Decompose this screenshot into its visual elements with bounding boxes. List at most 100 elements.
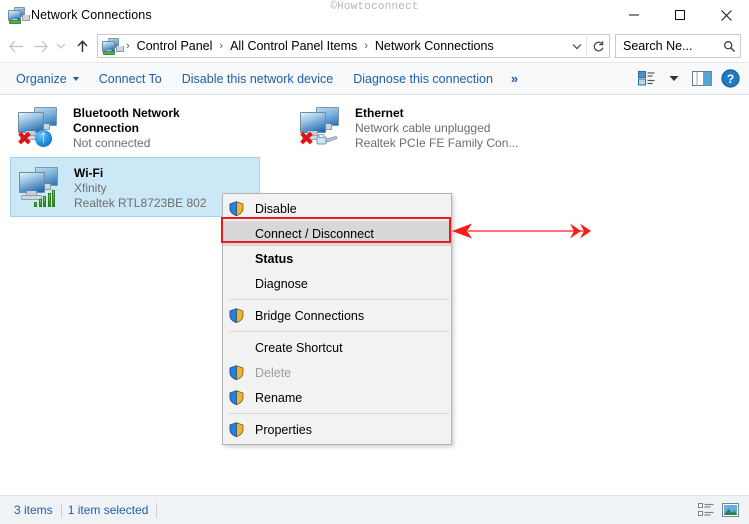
menu-item-label: Disable [255, 201, 297, 216]
menu-item-label: Diagnose [255, 276, 308, 291]
breadcrumb-separator: › [219, 39, 224, 52]
connection-device: Realtek RTL8723BE 802 [74, 196, 207, 210]
uac-shield-icon [229, 200, 245, 217]
bluetooth-badge-icon: ᛏ [35, 130, 52, 147]
uac-shield-icon [229, 307, 245, 324]
back-button[interactable] [4, 34, 28, 58]
uac-shield-icon [229, 389, 245, 406]
address-bar[interactable]: › Control Panel › All Control Panel Item… [97, 34, 610, 58]
change-view-icon[interactable] [633, 67, 659, 91]
network-adapter-icon: ✖ [298, 105, 346, 149]
chevron-down-icon[interactable] [568, 36, 586, 56]
organize-button[interactable]: Organize [6, 68, 89, 90]
connection-tile-ethernet[interactable]: ✖ Ethernet Network cable unplugged Realt… [292, 98, 532, 158]
status-divider [156, 502, 158, 518]
large-icons-view-icon[interactable] [721, 502, 739, 518]
connection-status: Network cable unplugged [355, 121, 491, 135]
context-menu[interactable]: Disable Connect / Disconnect Status Diag… [222, 193, 452, 445]
command-bar: Organize Connect To Disable this network… [0, 62, 749, 95]
recent-locations-button[interactable] [52, 34, 70, 58]
address-bar-row: › Control Panel › All Control Panel Item… [0, 30, 749, 62]
menu-item-status[interactable]: Status [223, 246, 451, 271]
breadcrumb-separator: › [364, 39, 368, 52]
chevron-down-icon [72, 76, 79, 81]
breadcrumb-item-network-connections[interactable]: Network Connections [373, 39, 496, 53]
uac-shield-icon [229, 364, 245, 381]
command-bar-right-group: ? [633, 63, 743, 94]
up-button[interactable] [70, 34, 94, 58]
menu-separator [229, 299, 449, 300]
tiles-container: ✖ ᛏ Bluetooth Network Connection Not con… [0, 95, 749, 217]
connection-name-line2: Connection [73, 121, 139, 135]
search-box[interactable]: Search Ne... [615, 34, 741, 58]
menu-item-connect-disconnect[interactable]: Connect / Disconnect [223, 221, 451, 246]
menu-item-rename[interactable]: Rename [223, 385, 451, 410]
menu-item-bridge-connections[interactable]: Bridge Connections [223, 303, 451, 328]
minimize-button[interactable] [611, 0, 657, 30]
connection-name-line1: Wi-Fi [74, 166, 104, 180]
menu-item-label: Bridge Connections [255, 308, 365, 323]
diagnose-connection-label: Diagnose this connection [353, 71, 493, 86]
connect-to-button[interactable]: Connect To [89, 68, 172, 90]
disable-network-device-button[interactable]: Disable this network device [172, 68, 343, 90]
menu-item-create-shortcut[interactable]: Create Shortcut [223, 335, 451, 360]
disconnected-x-icon: ✖ [16, 128, 33, 150]
network-adapter-icon [17, 165, 65, 209]
connection-status: Xfinity [74, 181, 107, 195]
uac-shield-icon [229, 421, 245, 438]
menu-item-diagnose[interactable]: Diagnose [223, 271, 451, 296]
forward-button[interactable] [28, 34, 52, 58]
search-input[interactable]: Search Ne... [616, 39, 718, 53]
connection-name-line1: Bluetooth Network [73, 106, 180, 120]
item-count-label: 3 items [14, 503, 53, 517]
disable-network-device-label: Disable this network device [181, 71, 334, 86]
command-overflow-button[interactable]: » [503, 67, 526, 90]
menu-separator [229, 413, 449, 414]
maximize-button[interactable] [657, 0, 703, 30]
status-bar: 3 items 1 item selected [0, 495, 749, 524]
diagnose-connection-button[interactable]: Diagnose this connection [343, 68, 503, 90]
network-connections-icon [8, 7, 30, 24]
network-adapter-icon: ✖ ᛏ [16, 105, 64, 149]
title-bar: Network Connections ©Howtoconnect [0, 0, 749, 30]
details-view-icon[interactable] [697, 502, 715, 518]
close-button[interactable] [703, 0, 749, 30]
breadcrumb-item-control-panel[interactable]: Control Panel [135, 39, 215, 53]
address-network-connections-icon [102, 38, 124, 55]
view-toggle-group [697, 502, 741, 518]
window-title: Network Connections [31, 8, 152, 22]
connection-status: Not connected [73, 136, 151, 150]
connection-tile-bluetooth[interactable]: ✖ ᛏ Bluetooth Network Connection Not con… [10, 98, 260, 158]
organize-label: Organize [16, 71, 67, 86]
menu-item-disable[interactable]: Disable [223, 196, 451, 221]
connection-device: Realtek PCIe FE Family Con... [355, 136, 519, 150]
help-icon[interactable]: ? [717, 67, 743, 91]
annotation-arrow [450, 218, 595, 244]
selection-label: 1 item selected [67, 503, 149, 517]
menu-item-icon-placeholder [229, 226, 245, 242]
search-icon[interactable] [718, 40, 740, 53]
menu-separator [229, 331, 449, 332]
menu-item-properties[interactable]: Properties [223, 417, 451, 442]
change-view-chevron-down-icon[interactable] [661, 67, 687, 91]
menu-item-label: Properties [255, 422, 312, 437]
breadcrumb: › Control Panel › All Control Panel Item… [121, 39, 568, 53]
menu-item-label: Rename [255, 390, 303, 405]
disconnected-x-icon: ✖ [298, 128, 315, 150]
menu-item-delete: Delete [223, 360, 451, 385]
menu-item-icon-placeholder [229, 251, 245, 267]
connection-info: Ethernet Network cable unplugged Realtek… [355, 104, 518, 151]
connect-to-label: Connect To [98, 71, 162, 86]
window-controls [611, 0, 749, 30]
breadcrumb-item-all-control-panel-items[interactable]: All Control Panel Items [228, 39, 359, 53]
refresh-icon[interactable] [586, 36, 609, 56]
preview-pane-icon[interactable] [689, 67, 715, 91]
menu-item-icon-placeholder [229, 276, 245, 292]
connection-info: Wi-Fi Xfinity Realtek RTL8723BE 802 [74, 164, 207, 211]
connections-list: ✖ ᛏ Bluetooth Network Connection Not con… [0, 95, 749, 496]
connection-info: Bluetooth Network Connection Not connect… [73, 104, 180, 151]
menu-item-label: Create Shortcut [255, 340, 343, 355]
menu-item-icon-placeholder [229, 340, 245, 356]
wifi-signal-bars-icon [34, 189, 55, 207]
menu-item-label: Status [255, 251, 294, 266]
